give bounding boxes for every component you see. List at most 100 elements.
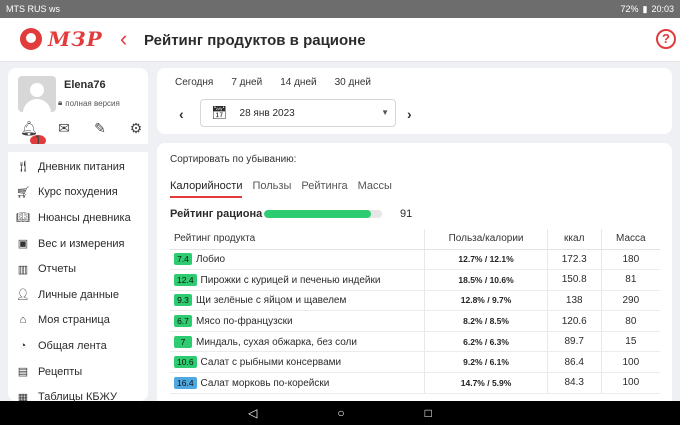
sidebar-item-tables[interactable]: ▦ Таблицы КБЖУ	[8, 384, 148, 401]
mass-cell: 180	[600, 249, 660, 271]
kcal-cell: 172.3	[546, 249, 602, 271]
tab-mass[interactable]: Массы	[358, 180, 392, 198]
product-score-badge: 9.3	[174, 294, 192, 307]
sidebar-item-course[interactable]: 🛒︎ Курс похудения	[8, 180, 148, 206]
diet-rating-bar-fill	[264, 210, 372, 218]
kcal-cell: 84.3	[546, 372, 602, 394]
diet-rating-bar	[264, 210, 382, 218]
home-icon: ⌂	[19, 314, 27, 327]
col-benefit-calories: Польза/калории	[424, 229, 548, 250]
chevron-down-icon: ▼	[381, 108, 389, 117]
home-circle-icon[interactable]: ○	[337, 406, 344, 420]
sidebar-item-diary[interactable]: 🍴︎ Дневник питания	[8, 154, 148, 180]
col-mass: Масса	[600, 229, 660, 250]
rss-icon: ◔	[19, 339, 27, 352]
heart-logo-icon	[20, 28, 42, 50]
kcal-cell: 138	[546, 290, 602, 312]
sidebar-item-weight[interactable]: ▣ Вес и измерения	[8, 231, 148, 257]
back-chevron-icon[interactable]: ‹	[120, 28, 127, 50]
bar-chart-icon: ▥	[17, 263, 29, 276]
scale-icon: ▣	[17, 238, 29, 251]
tab-calories[interactable]: Калорийности	[170, 180, 243, 198]
benefit-calories-cell: 9.2% / 6.1%	[424, 351, 548, 374]
product-name: Щи зелёные с яйцом и щавелем	[196, 295, 347, 307]
benefit-calories-cell: 12.8% / 9.7%	[424, 290, 548, 312]
sidebar-item-label: Отчеты	[38, 263, 77, 276]
status-bar: MTS RUS ws 72% ▮ 20:03	[0, 0, 680, 18]
product-name: Пирожки с курицей и печенью индейки	[200, 274, 381, 286]
app-bar: МЗР ‹ Рейтинг продуктов в рационе ?	[0, 18, 680, 62]
range-14-days[interactable]: 14 дней	[280, 77, 316, 88]
product-cell: 9.3 Щи зелёные с яйцом и щавелем	[170, 290, 425, 312]
products-table: Рейтинг продукта Польза/калории ккал Мас…	[170, 229, 660, 394]
table-header: Рейтинг продукта Польза/калории ккал Мас…	[170, 229, 660, 250]
sidebar-item-personal[interactable]: 👤︎ Личные данные	[8, 282, 148, 308]
mass-cell: 15	[600, 331, 660, 353]
table-row[interactable]: 7.4 Лобио 12.7% / 12.1% 172.3 180	[170, 249, 660, 271]
sidebar-item-feed[interactable]: ◔ Общая лента	[8, 333, 148, 359]
system-nav-bar: ◁ ○ □	[0, 401, 680, 425]
mass-cell: 80	[600, 310, 660, 332]
product-name: Мясо по-французски	[196, 316, 293, 328]
lock-icon: 🔒︎	[58, 98, 63, 107]
diet-rating-label: Рейтинг рациона	[170, 208, 263, 220]
product-score-badge: 16.4	[174, 376, 197, 389]
clock: 20:03	[651, 4, 674, 14]
avatar[interactable]	[18, 76, 56, 112]
table-row[interactable]: 7 Миндаль, сухая обжарка, без соли 6.2% / …	[170, 331, 660, 353]
sidebar-item-label: Рецепты	[38, 365, 83, 378]
table-row[interactable]: 12.4 Пирожки с курицей и печенью индейки 1…	[170, 269, 660, 291]
table-icon: ▦	[17, 391, 29, 401]
sidebar-item-label: Личные данные	[38, 288, 119, 301]
battery-icon: ▮	[642, 3, 648, 14]
table-row[interactable]: 6.7 Мясо по-французски 8.2% / 8.5% 120.6 80	[170, 310, 660, 332]
product-cell: 7.4 Лобио	[170, 249, 425, 271]
col-kcal: ккал	[546, 229, 602, 250]
table-row[interactable]: 16.4 Салат морковь по-корейски 14.7% / 5.9…	[170, 372, 660, 394]
logo[interactable]: МЗР	[20, 27, 103, 51]
sidebar-item-reports[interactable]: ▥ Отчеты	[8, 256, 148, 282]
tab-rating[interactable]: Рейтинга	[301, 180, 347, 198]
sidebar-nav: 🍴︎ Дневник питания 🛒︎ Курс похудения 📖︎ Нюа…	[8, 154, 148, 401]
sidebar-item-label: Моя страница	[38, 314, 110, 327]
mass-cell: 100	[600, 351, 660, 374]
product-name: Миндаль, сухая обжарка, без соли	[196, 336, 357, 348]
table-row[interactable]: 9.3 Щи зелёные с яйцом и щавелем 12.8% / 9…	[170, 290, 660, 312]
back-triangle-icon[interactable]: ◁	[248, 406, 257, 420]
sidebar-item-label: Курс похудения	[38, 186, 118, 199]
kcal-cell: 120.6	[546, 310, 602, 332]
product-name: Салат с рыбными консервами	[200, 357, 342, 369]
tab-benefit[interactable]: Пользы	[252, 180, 291, 198]
date-picker[interactable]: 📅︎ 28 янв 2023 ▼	[200, 99, 396, 127]
help-icon[interactable]: ?	[656, 29, 676, 49]
sidebar-divider	[8, 144, 148, 152]
sidebar-item-label: Вес и измерения	[38, 237, 125, 250]
username[interactable]: Elena76	[64, 79, 106, 91]
benefit-calories-cell: 14.7% / 5.9%	[424, 372, 548, 394]
kcal-cell: 150.8	[546, 269, 602, 291]
product-score-badge: 12.4	[174, 273, 197, 286]
sidebar-item-recipes[interactable]: ▤ Рецепты	[8, 359, 148, 385]
mass-cell: 290	[600, 290, 660, 312]
ratings-card: Сортировать по убыванию: Калорийности По…	[157, 143, 672, 403]
sort-tabs: Калорийности Пользы Рейтинга Массы	[170, 180, 392, 198]
sidebar-item-nuances[interactable]: 📖︎ Нюансы дневника	[8, 205, 148, 231]
version-label: полная версия	[65, 98, 120, 108]
benefit-calories-cell: 12.7% / 12.1%	[424, 249, 548, 271]
product-cell: 16.4 Салат морковь по-корейски	[170, 372, 425, 394]
range-30-days[interactable]: 30 дней	[335, 77, 371, 88]
table-row[interactable]: 10.6 Салат с рыбными консервами 9.2% / 6.1…	[170, 351, 660, 374]
next-date-chevron-icon[interactable]: ›	[407, 106, 412, 122]
user-icon: 👤︎	[16, 289, 30, 302]
sidebar: Elena76 🔒︎ полная версия 🔔︎1 ✉ ✎ ⚙ 🍴︎ Дне…	[8, 68, 148, 401]
range-today[interactable]: Сегодня	[175, 77, 213, 88]
recents-square-icon[interactable]: □	[425, 406, 432, 420]
sort-label: Сортировать по убыванию:	[170, 154, 297, 165]
prev-date-chevron-icon[interactable]: ‹	[179, 106, 184, 122]
product-score-badge: 6.7	[174, 315, 192, 328]
range-7-days[interactable]: 7 дней	[231, 77, 262, 88]
sidebar-item-label: Общая лента	[38, 339, 107, 352]
sidebar-item-my-page[interactable]: ⌂ Моя страница	[8, 308, 148, 334]
mass-cell: 100	[600, 372, 660, 394]
page-title: Рейтинг продуктов в рационе	[144, 32, 366, 49]
